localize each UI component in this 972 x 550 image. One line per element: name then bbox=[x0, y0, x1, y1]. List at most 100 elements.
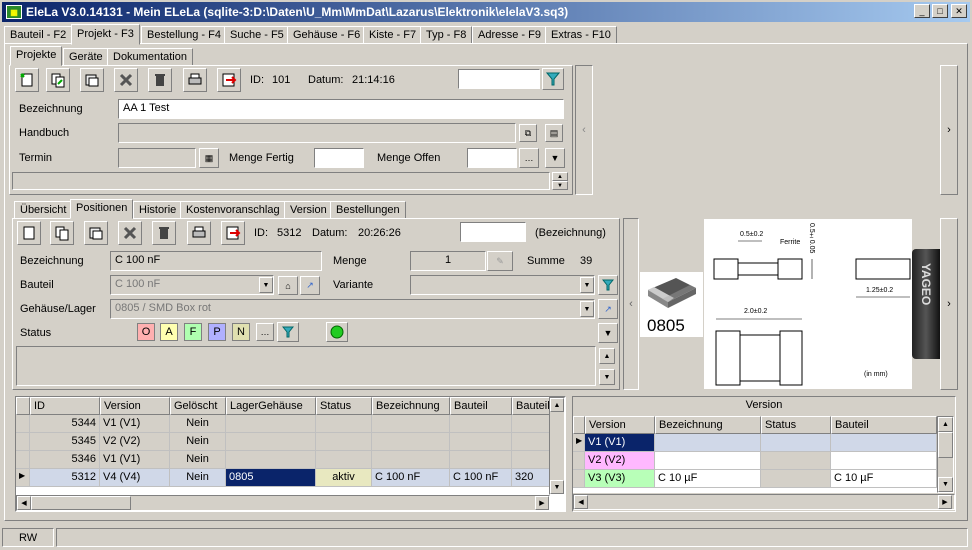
tab-suche[interactable]: Suche - F5 bbox=[224, 26, 290, 44]
termin-input[interactable] bbox=[118, 148, 196, 168]
table-cell[interactable]: V1 (V1) bbox=[100, 451, 170, 469]
tab-projekte[interactable]: Projekte bbox=[10, 46, 63, 66]
tab-version[interactable]: Version bbox=[284, 201, 333, 219]
table-scroll-up-icon[interactable]: ▲ bbox=[550, 398, 564, 412]
close-button[interactable]: ✕ bbox=[951, 4, 967, 18]
version-hscroll[interactable]: ◀ ▶ bbox=[573, 494, 955, 510]
table-cell[interactable] bbox=[372, 433, 450, 451]
table-cell[interactable]: 320 bbox=[512, 469, 550, 487]
project-search-input[interactable] bbox=[458, 69, 540, 89]
version-vscroll[interactable]: ▲ ▼ bbox=[937, 416, 954, 493]
variante-filter-icon[interactable] bbox=[598, 275, 618, 295]
tab-uebersicht[interactable]: Übersicht bbox=[14, 201, 73, 219]
table-cell[interactable]: V1 (V1) bbox=[100, 415, 170, 433]
print-button[interactable] bbox=[183, 68, 207, 92]
export-button[interactable] bbox=[217, 68, 241, 92]
version-cell[interactable]: C 10 µF bbox=[831, 470, 937, 488]
table-cell[interactable]: V4 (V4) bbox=[100, 469, 170, 487]
positions-col-header[interactable]: Gelöscht bbox=[170, 397, 226, 415]
status-n-button[interactable]: N bbox=[232, 323, 250, 341]
variante-select[interactable] bbox=[410, 275, 595, 295]
notes-scroll-up-icon[interactable]: ▲ bbox=[599, 348, 615, 364]
trash-icon[interactable] bbox=[148, 68, 172, 92]
status-more-button[interactable]: … bbox=[256, 323, 274, 341]
table-cell[interactable] bbox=[316, 451, 372, 469]
version-cell[interactable]: V2 (V2) bbox=[585, 452, 655, 470]
table-cell[interactable] bbox=[512, 415, 550, 433]
pos-delete-button[interactable] bbox=[118, 221, 142, 245]
table-cell[interactable]: Nein bbox=[170, 433, 226, 451]
new-button[interactable] bbox=[15, 68, 39, 92]
bauteil-select[interactable]: C 100 nF bbox=[110, 275, 274, 295]
tab-kiste[interactable]: Kiste - F7 bbox=[363, 26, 423, 44]
tab-historie[interactable]: Historie bbox=[133, 201, 183, 219]
collapse-left-button[interactable]: ‹ bbox=[575, 65, 593, 195]
delete-button[interactable] bbox=[114, 68, 138, 92]
more-button[interactable]: … bbox=[519, 148, 539, 168]
bauteil-dropdown-icon[interactable]: ▼ bbox=[259, 277, 273, 293]
table-cell[interactable]: Nein bbox=[170, 451, 226, 469]
version-cell[interactable] bbox=[831, 434, 937, 452]
scroll-up-icon[interactable]: ▲ bbox=[552, 172, 568, 181]
status-filter-icon[interactable] bbox=[277, 322, 299, 342]
version-cell[interactable]: V3 (V3) bbox=[585, 470, 655, 488]
positions-col-header[interactable]: Status bbox=[316, 397, 372, 415]
version-cell[interactable] bbox=[655, 452, 761, 470]
tab-bestellungen[interactable]: Bestellungen bbox=[330, 201, 406, 219]
table-cell[interactable] bbox=[316, 433, 372, 451]
positions-col-header[interactable]: ID bbox=[30, 397, 100, 415]
dropdown-arrow-icon[interactable]: ▼ bbox=[545, 148, 565, 168]
calendar-icon[interactable]: ▦ bbox=[199, 148, 219, 168]
version-col-header[interactable]: Bauteil bbox=[831, 416, 937, 434]
table-cell[interactable] bbox=[450, 433, 512, 451]
project-notes-field[interactable] bbox=[12, 172, 550, 190]
gehaeuse-dropdown-icon[interactable]: ▼ bbox=[580, 301, 594, 317]
positions-vscroll[interactable]: ▲ ▼ bbox=[549, 397, 565, 495]
status-led-icon[interactable] bbox=[326, 322, 348, 342]
table-cell[interactable]: C 100 nF bbox=[450, 469, 512, 487]
filter-icon[interactable] bbox=[542, 68, 564, 90]
tab-bestellung[interactable]: Bestellung - F4 bbox=[141, 26, 227, 44]
positions-col-header[interactable]: Bezeichnung bbox=[372, 397, 450, 415]
positions-hscroll[interactable]: ◀ ▶ bbox=[16, 495, 550, 511]
tab-positionen[interactable]: Positionen bbox=[70, 199, 134, 219]
status-o-button[interactable]: O bbox=[137, 323, 155, 341]
status-p-button[interactable]: P bbox=[208, 323, 226, 341]
tab-typ[interactable]: Typ - F8 bbox=[420, 26, 473, 44]
version-row-indicator[interactable]: ▶ bbox=[573, 434, 585, 452]
image-next-button[interactable]: › bbox=[940, 218, 958, 390]
row-indicator[interactable] bbox=[16, 415, 30, 433]
tab-geraete[interactable]: Geräte bbox=[63, 48, 109, 66]
table-cell[interactable] bbox=[512, 433, 550, 451]
bauteil-goto-icon[interactable]: ↗ bbox=[300, 276, 320, 295]
version-scroll-right-icon[interactable]: ▶ bbox=[938, 495, 952, 509]
pos-copy-all-button[interactable] bbox=[84, 221, 108, 245]
tab-gehaeuse[interactable]: Gehäuse - F6 bbox=[287, 26, 367, 44]
positions-col-header[interactable]: Bauteil bbox=[512, 397, 550, 415]
table-cell[interactable] bbox=[226, 415, 316, 433]
table-cell[interactable] bbox=[512, 451, 550, 469]
table-cell[interactable] bbox=[450, 451, 512, 469]
tab-bauteil[interactable]: Bauteil - F2 bbox=[4, 26, 73, 44]
bauteil-open-icon[interactable]: ⌂ bbox=[278, 276, 298, 295]
menge-fertig-input[interactable] bbox=[314, 148, 364, 168]
table-cell[interactable]: C 100 nF bbox=[372, 469, 450, 487]
edit-file-icon[interactable]: ▤ bbox=[545, 124, 563, 142]
copy-button[interactable] bbox=[46, 68, 70, 92]
open-file-icon[interactable]: ⧉ bbox=[519, 124, 537, 142]
version-scroll-left-icon[interactable]: ◀ bbox=[574, 495, 588, 509]
row-indicator[interactable]: ▶ bbox=[16, 469, 30, 487]
tab-projekt[interactable]: Projekt - F3 bbox=[71, 24, 140, 45]
pos-export-button[interactable] bbox=[221, 221, 245, 245]
version-col-header[interactable]: Bezeichnung bbox=[655, 416, 761, 434]
version-cell[interactable] bbox=[761, 470, 831, 488]
tab-dokumentation[interactable]: Dokumentation bbox=[107, 48, 193, 66]
status-f-button[interactable]: F bbox=[184, 323, 202, 341]
menge-input[interactable]: 1 bbox=[410, 251, 486, 271]
table-cell[interactable] bbox=[226, 433, 316, 451]
notes-scroll-down-icon[interactable]: ▼ bbox=[599, 369, 615, 385]
version-scroll-thumb[interactable] bbox=[938, 432, 953, 458]
table-cell[interactable]: aktiv bbox=[316, 469, 372, 487]
pos-search-input[interactable] bbox=[460, 222, 526, 242]
tab-adresse[interactable]: Adresse - F9 bbox=[472, 26, 547, 44]
